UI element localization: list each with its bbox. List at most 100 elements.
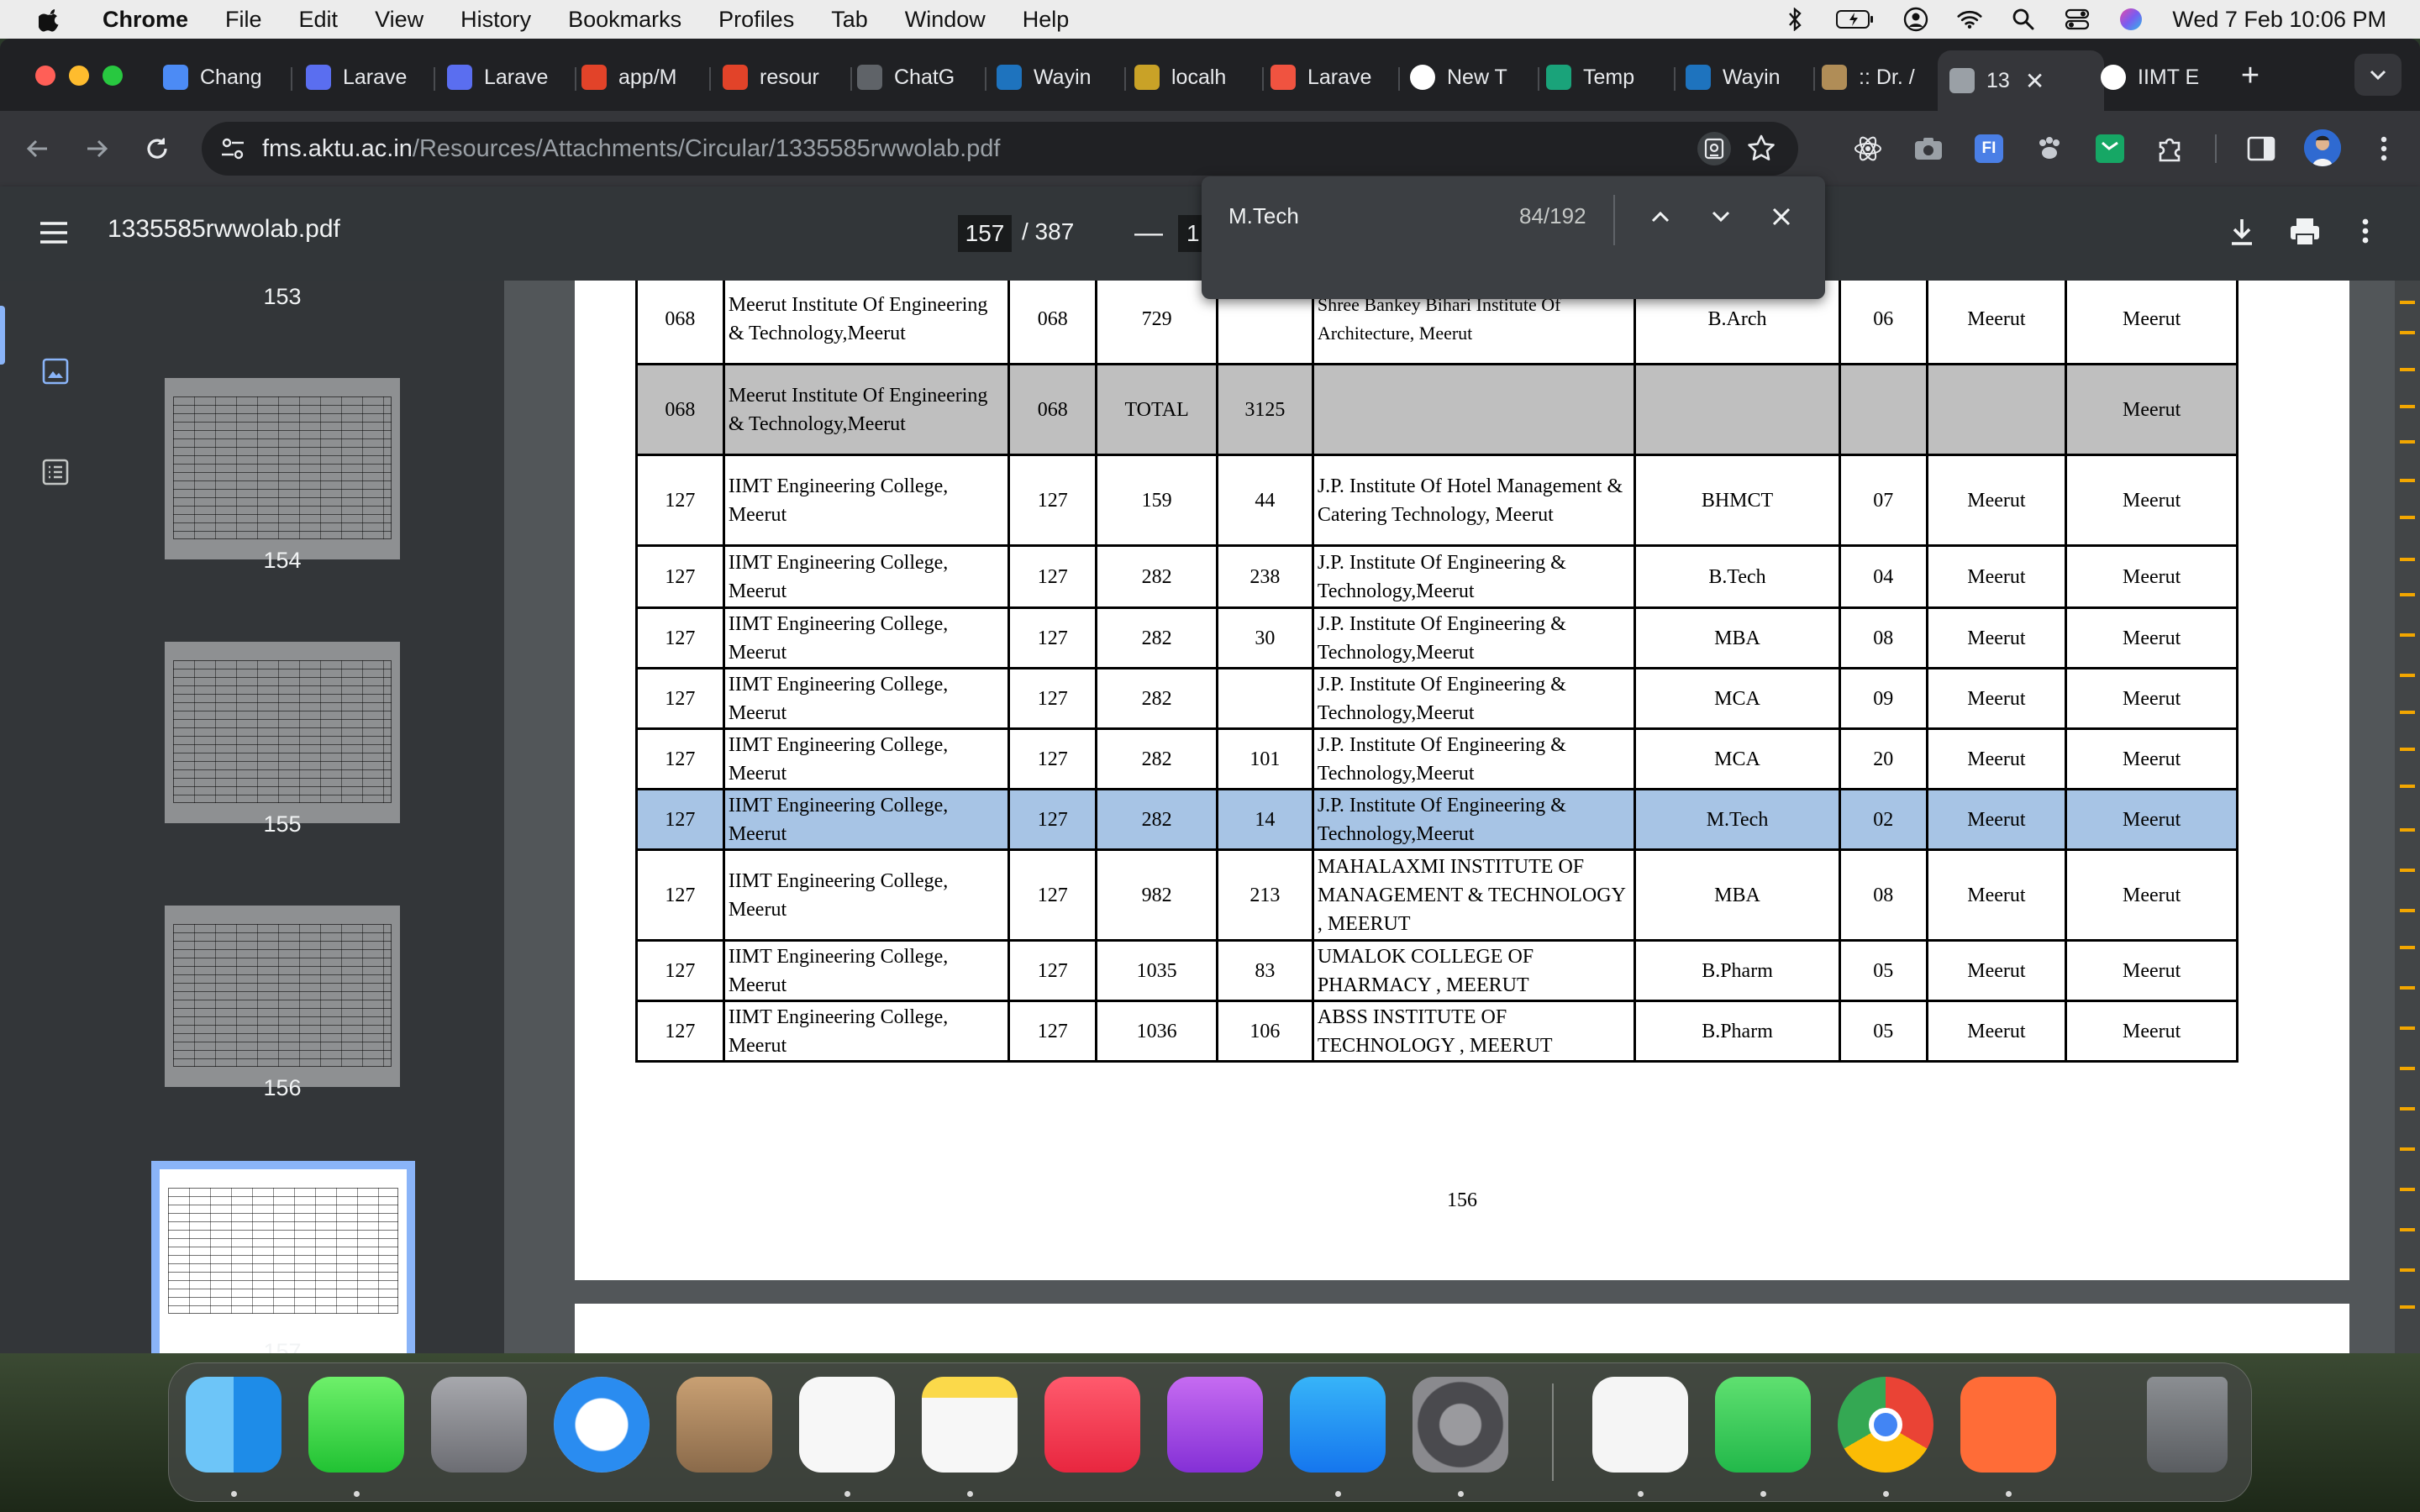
menu-help[interactable]: Help bbox=[1023, 7, 1070, 33]
reminders-icon[interactable] bbox=[799, 1377, 895, 1473]
battery-icon[interactable] bbox=[1836, 7, 1875, 32]
address-bar[interactable]: fms.aktu.ac.in/Resources/Attachments/Cir… bbox=[202, 122, 1798, 176]
zoom-window-button[interactable] bbox=[103, 66, 123, 86]
reload-button[interactable] bbox=[136, 128, 178, 170]
messages-icon[interactable] bbox=[308, 1377, 404, 1473]
contacts-icon[interactable] bbox=[676, 1377, 772, 1473]
trash-icon[interactable] bbox=[2147, 1377, 2228, 1473]
page-thumbnail[interactable] bbox=[165, 378, 400, 559]
menu-file[interactable]: File bbox=[225, 7, 262, 33]
spotlight-search-icon[interactable] bbox=[2011, 7, 2036, 32]
print-icon[interactable] bbox=[2289, 217, 2321, 251]
safari-icon[interactable] bbox=[554, 1377, 650, 1473]
wifi-icon[interactable] bbox=[1957, 7, 1982, 32]
tab-1[interactable]: Larave bbox=[306, 52, 424, 102]
menu-tab[interactable]: Tab bbox=[831, 7, 868, 33]
profile-avatar[interactable] bbox=[2304, 129, 2341, 166]
find-next-button[interactable] bbox=[1704, 200, 1738, 234]
pdf-sidebar-menu-icon[interactable] bbox=[39, 220, 69, 249]
tab-8[interactable]: Larave bbox=[1270, 52, 1388, 102]
tab-6[interactable]: Wayin bbox=[997, 52, 1114, 102]
menu-window[interactable]: Window bbox=[905, 7, 986, 33]
page-thumbnail[interactable] bbox=[165, 906, 400, 1087]
thumbnails-view-icon[interactable] bbox=[42, 358, 69, 389]
document-outline-icon[interactable] bbox=[42, 459, 69, 490]
screenshot-extension-icon[interactable] bbox=[1912, 133, 1944, 165]
forward-button[interactable] bbox=[76, 128, 118, 170]
menu-edit[interactable]: Edit bbox=[299, 7, 339, 33]
table-cell: 282 bbox=[1095, 544, 1218, 609]
table-cell: Meerut bbox=[2065, 1000, 2238, 1063]
table-cell: 05 bbox=[1838, 1000, 1928, 1063]
tab-4[interactable]: resour bbox=[723, 52, 840, 102]
notes-icon[interactable] bbox=[922, 1377, 1018, 1473]
menu-bar-clock[interactable]: Wed 7 Feb 10:06 PM bbox=[2172, 7, 2386, 33]
table-cell: 44 bbox=[1216, 454, 1314, 547]
tab-search-button[interactable] bbox=[2354, 54, 2402, 96]
app-store-icon[interactable] bbox=[1290, 1377, 1386, 1473]
fi-extension-icon[interactable]: FI bbox=[1973, 133, 2005, 165]
react-devtools-icon[interactable] bbox=[1852, 133, 1884, 165]
download-icon[interactable] bbox=[2228, 217, 2255, 251]
whatsapp-icon[interactable] bbox=[1715, 1377, 1811, 1473]
menu-bookmarks[interactable]: Bookmarks bbox=[568, 7, 681, 33]
tab-14[interactable]: IIMT E bbox=[2101, 52, 2218, 102]
siri-icon[interactable] bbox=[2118, 7, 2144, 32]
tab-2[interactable]: Larave bbox=[447, 52, 565, 102]
find-close-button[interactable] bbox=[1765, 200, 1798, 234]
table-row: 127 IIMT Engineering College, Meerut 127 28… bbox=[635, 544, 2238, 609]
user-account-icon[interactable] bbox=[1903, 7, 1928, 32]
menu-history[interactable]: History bbox=[460, 7, 531, 33]
extensions-puzzle-icon[interactable] bbox=[2154, 133, 2186, 165]
bookmark-star-icon[interactable] bbox=[1746, 134, 1776, 166]
apple-menu-icon[interactable] bbox=[32, 0, 69, 39]
zoom-out-button[interactable]: — bbox=[1134, 217, 1163, 249]
new-tab-button[interactable]: + bbox=[2233, 59, 2267, 92]
tab-13[interactable]: 13 ✕ bbox=[1938, 50, 2104, 111]
google-lens-icon[interactable] bbox=[1697, 132, 1731, 165]
tab-0[interactable]: Chang bbox=[163, 52, 281, 102]
table-row: 127 IIMT Engineering College, Meerut 127 28… bbox=[635, 727, 2238, 790]
menu-view[interactable]: View bbox=[375, 7, 424, 33]
tab-7[interactable]: localh bbox=[1134, 52, 1252, 102]
music-icon[interactable] bbox=[1044, 1377, 1140, 1473]
tab-11[interactable]: Wayin bbox=[1686, 52, 1803, 102]
chrome-menu-icon[interactable] bbox=[2368, 133, 2400, 165]
table-cell: 04 bbox=[1838, 544, 1928, 609]
finder-icon[interactable] bbox=[186, 1377, 281, 1473]
tab-10[interactable]: Temp bbox=[1546, 52, 1664, 102]
back-button[interactable] bbox=[17, 128, 59, 170]
scrollbar[interactable] bbox=[2395, 281, 2420, 1353]
tab-9[interactable]: New T bbox=[1410, 52, 1528, 102]
find-previous-button[interactable] bbox=[1644, 200, 1677, 234]
control-center-icon[interactable] bbox=[2065, 7, 2090, 32]
minimize-window-button[interactable] bbox=[69, 66, 89, 86]
bluetooth-icon[interactable] bbox=[1782, 7, 1807, 32]
podcasts-icon[interactable] bbox=[1167, 1377, 1263, 1473]
page-thumbnail[interactable] bbox=[165, 642, 400, 823]
thumbnail-page-label: 153 bbox=[263, 284, 302, 309]
site-info-icon[interactable] bbox=[220, 137, 245, 165]
postman-icon[interactable] bbox=[1960, 1377, 2056, 1473]
menu-app-name[interactable]: Chrome bbox=[103, 7, 188, 33]
system-settings-icon[interactable] bbox=[1413, 1377, 1508, 1473]
sheets-extension-icon[interactable] bbox=[2094, 133, 2126, 165]
tab-12[interactable]: :: Dr. / bbox=[1822, 52, 1931, 102]
table-cell: 127 bbox=[1007, 606, 1098, 669]
page-number-input[interactable]: 157 bbox=[958, 215, 1012, 252]
close-tab-icon[interactable]: ✕ bbox=[2025, 67, 2044, 95]
find-query-input[interactable]: M.Tech bbox=[1228, 203, 1299, 229]
paw-extension-icon[interactable] bbox=[2033, 133, 2065, 165]
chrome-icon[interactable] bbox=[1838, 1377, 1933, 1473]
tab-3[interactable]: app/M bbox=[581, 52, 699, 102]
launchpad-icon[interactable] bbox=[431, 1377, 527, 1473]
table-cell: IIMT Engineering College, Meerut bbox=[722, 544, 1011, 609]
menu-profiles[interactable]: Profiles bbox=[718, 7, 794, 33]
close-window-button[interactable] bbox=[35, 66, 55, 86]
vscode-icon[interactable] bbox=[1592, 1377, 1688, 1473]
pdf-more-options-icon[interactable] bbox=[2361, 217, 2370, 249]
page-thumbnail[interactable] bbox=[151, 1161, 415, 1353]
side-panel-icon[interactable] bbox=[2245, 133, 2277, 165]
table-cell: 30 bbox=[1216, 606, 1314, 669]
tab-5[interactable]: ChatG bbox=[857, 52, 975, 102]
